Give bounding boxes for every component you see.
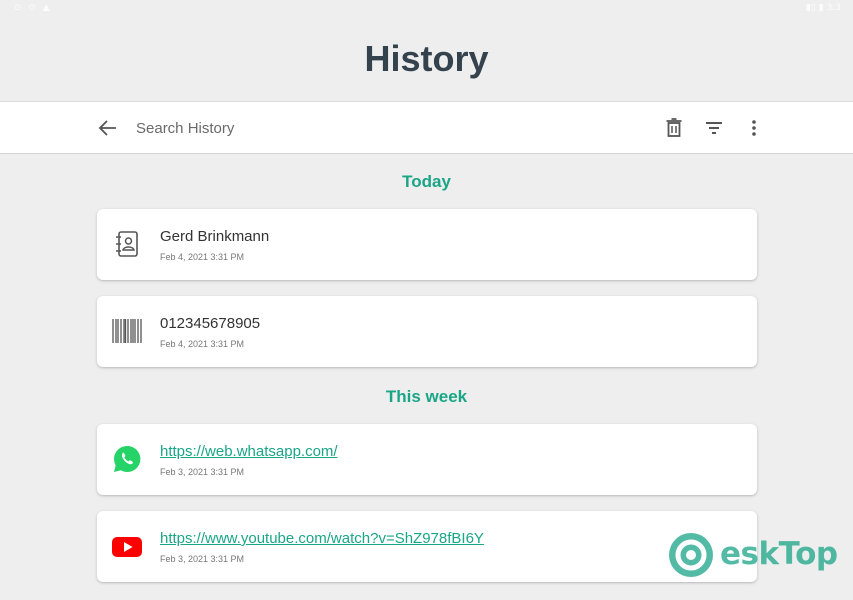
page-title: History [364,38,489,79]
item-title: Gerd Brinkmann [160,228,270,245]
search-bar [0,101,853,154]
item-date: Feb 3, 2021 3:31 PM [160,554,245,564]
history-item[interactable]: https://web.whatsapp.com/ Feb 3, 2021 3:… [97,424,757,495]
status-bar-left: ⊙ ⊙ ▲ [14,3,52,13]
watermark-text: eskTop [720,536,838,572]
filter-icon[interactable] [702,116,726,140]
trash-icon[interactable] [662,116,686,140]
search-input[interactable] [136,115,536,141]
history-item[interactable]: Gerd Brinkmann Feb 4, 2021 3:31 PM [97,209,757,280]
item-date: Feb 4, 2021 3:31 PM [160,339,245,349]
item-title: 012345678905 [160,315,261,332]
youtube-icon [111,530,143,562]
more-vert-icon[interactable] [742,116,766,140]
section-header-today: Today [402,172,451,191]
back-arrow-icon[interactable] [96,116,120,140]
section-header-this-week: This week [385,387,468,406]
contact-book-icon [111,228,143,260]
history-item[interactable]: https://www.youtube.com/watch?v=ShZ978fB… [97,511,757,582]
item-date: Feb 4, 2021 3:31 PM [160,252,245,262]
item-link[interactable]: https://www.youtube.com/watch?v=ShZ978fB… [160,530,484,547]
watermark-logo-icon [666,530,716,580]
barcode-icon [111,315,143,347]
history-item[interactable]: 012345678905 Feb 4, 2021 3:31 PM [97,296,757,367]
item-date: Feb 3, 2021 3:31 PM [160,467,245,477]
status-bar-right: ▮▯ ▮ 3:3 [805,3,841,13]
watermark: eskTop [666,528,846,582]
status-bar: ⊙ ⊙ ▲ ▮▯ ▮ 3:3 [0,0,853,16]
item-link[interactable]: https://web.whatsapp.com/ [160,443,338,460]
whatsapp-icon [111,443,143,475]
